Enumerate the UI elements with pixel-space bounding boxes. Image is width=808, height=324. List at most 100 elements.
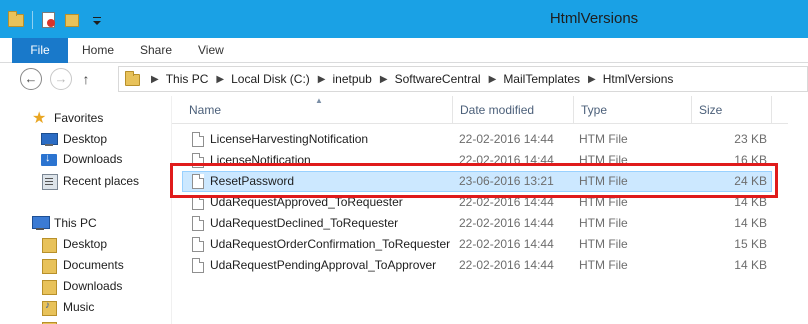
nav-item-label: Favorites xyxy=(54,111,104,125)
htm-file-icon xyxy=(192,132,204,147)
file-row-selected[interactable]: ResetPassword 23-06-2016 13:21 HTM File … xyxy=(182,171,772,192)
nav-item-recent-places[interactable]: Recent places xyxy=(41,171,139,191)
breadcrumb-inetpub[interactable]: inetpub xyxy=(332,72,371,86)
nav-item-music[interactable]: Music xyxy=(41,297,94,317)
file-type: HTM File xyxy=(579,258,628,272)
column-header-size[interactable]: Size xyxy=(692,96,772,124)
file-name: UdaRequestApproved_ToRequester xyxy=(210,195,403,209)
breadcrumb-htmlversions[interactable]: HtmlVersions xyxy=(603,72,674,86)
chevron-right-icon[interactable]: ▶ xyxy=(216,74,224,85)
file-size: 14 KB xyxy=(734,195,767,209)
file-size: 23 KB xyxy=(734,132,767,146)
chevron-right-icon[interactable]: ▶ xyxy=(318,74,326,85)
file-list: ▲ Name Date modified Type Size LicenseHa… xyxy=(172,96,808,324)
file-date-modified: 22-02-2016 14:44 xyxy=(459,216,554,230)
nav-item-documents[interactable]: Documents xyxy=(41,255,124,275)
desktop-icon xyxy=(41,131,58,147)
htm-file-icon xyxy=(192,153,204,168)
file-name: UdaRequestDeclined_ToRequester xyxy=(210,216,399,230)
folder-icon xyxy=(125,71,143,87)
file-date-modified: 22-02-2016 14:44 xyxy=(459,258,554,272)
htm-file-icon xyxy=(192,237,204,252)
nav-item-pictures[interactable] xyxy=(41,318,63,324)
nav-item-pc-downloads[interactable]: Downloads xyxy=(41,276,122,296)
htm-file-icon xyxy=(192,216,204,231)
chevron-right-icon[interactable]: ▶ xyxy=(380,74,388,85)
file-size: 16 KB xyxy=(734,153,767,167)
file-date-modified: 22-02-2016 14:44 xyxy=(459,195,554,209)
file-name: UdaRequestPendingApproval_ToApprover xyxy=(210,258,437,272)
htm-file-icon xyxy=(192,195,204,210)
nav-item-label: Desktop xyxy=(63,237,108,251)
file-row[interactable]: UdaRequestPendingApproval_ToApprover 22-… xyxy=(182,255,772,276)
file-tab[interactable]: File xyxy=(12,38,68,63)
file-name: LicenseHarvestingNotification xyxy=(210,132,369,146)
file-row[interactable]: UdaRequestDeclined_ToRequester 22-02-201… xyxy=(182,213,772,234)
htm-file-icon xyxy=(192,174,204,189)
nav-item-desktop[interactable]: Desktop xyxy=(41,129,107,149)
file-date-modified: 22-02-2016 14:44 xyxy=(459,237,554,251)
file-date-modified: 23-06-2016 13:21 xyxy=(459,174,554,188)
file-size: 14 KB xyxy=(734,216,767,230)
pictures-folder-icon xyxy=(41,320,57,324)
file-type: HTM File xyxy=(579,174,628,188)
forward-arrow-icon[interactable] xyxy=(50,68,72,90)
file-row[interactable]: LicenseHarvestingNotification 22-02-2016… xyxy=(182,129,772,150)
tab-home[interactable]: Home xyxy=(82,38,114,63)
nav-item-label: This PC xyxy=(54,216,97,230)
file-name: UdaRequestOrderConfirmation_ToRequester xyxy=(210,237,451,251)
up-arrow-icon[interactable]: ↑ xyxy=(76,69,96,89)
window-title: HtmlVersions xyxy=(549,10,639,27)
file-type: HTM File xyxy=(579,153,628,167)
chevron-right-icon[interactable]: ▶ xyxy=(151,74,159,85)
nav-favorites[interactable]: Favorites xyxy=(32,108,103,128)
nav-item-label: Documents xyxy=(63,258,124,272)
file-type: HTM File xyxy=(579,195,628,209)
file-row[interactable]: LicenseNotification 22-02-2016 14:44 HTM… xyxy=(182,150,772,171)
column-header-row: ▲ Name Date modified Type Size xyxy=(172,96,808,124)
nav-this-pc[interactable]: This PC xyxy=(32,213,97,233)
chevron-right-icon[interactable]: ▶ xyxy=(489,74,497,85)
file-row[interactable]: UdaRequestOrderConfirmation_ToRequester … xyxy=(182,234,772,255)
back-arrow-icon[interactable] xyxy=(20,68,42,90)
chevron-right-icon[interactable]: ▶ xyxy=(588,74,596,85)
breadcrumb-local-disk[interactable]: Local Disk (C:) xyxy=(231,72,310,86)
downloads-icon xyxy=(41,151,57,167)
computer-icon xyxy=(32,215,50,231)
nav-item-label: Downloads xyxy=(63,279,123,293)
title-bar: HtmlVersions xyxy=(0,0,808,38)
navigation-pane: Favorites Desktop Downloads Recent place… xyxy=(0,96,172,324)
file-date-modified: 22-02-2016 14:44 xyxy=(459,153,554,167)
column-header-type[interactable]: Type xyxy=(574,96,692,124)
address-bar[interactable]: ▶ This PC ▶ Local Disk (C:) ▶ inetpub ▶ … xyxy=(118,66,808,92)
file-date-modified: 22-02-2016 14:44 xyxy=(459,132,554,146)
htm-file-icon xyxy=(192,258,204,273)
file-name: LicenseNotification xyxy=(210,153,311,167)
music-folder-icon xyxy=(41,299,57,316)
column-header-date-modified[interactable]: Date modified xyxy=(453,96,574,124)
navigation-bar: ↑ ▶ This PC ▶ Local Disk (C:) ▶ inetpub … xyxy=(0,63,808,96)
file-row[interactable]: UdaRequestApproved_ToRequester 22-02-201… xyxy=(182,192,772,213)
tab-view[interactable]: View xyxy=(198,38,224,63)
file-type: HTM File xyxy=(579,216,628,230)
breadcrumb-this-pc[interactable]: This PC xyxy=(166,72,209,86)
column-header-name[interactable]: Name xyxy=(182,96,453,124)
recent-places-icon xyxy=(41,173,58,190)
documents-folder-icon xyxy=(41,257,57,274)
nav-item-label: Downloads xyxy=(63,152,123,166)
nav-item-pc-desktop[interactable]: Desktop xyxy=(41,234,107,254)
breadcrumb-mailtemplates[interactable]: MailTemplates xyxy=(503,72,580,86)
breadcrumb-softwarecentral[interactable]: SoftwareCentral xyxy=(395,72,481,86)
star-icon xyxy=(32,108,48,128)
file-name: ResetPassword xyxy=(210,174,295,188)
file-size: 24 KB xyxy=(734,174,767,188)
file-type: HTM File xyxy=(579,132,628,146)
file-size: 15 KB xyxy=(734,237,767,251)
file-size: 14 KB xyxy=(734,258,767,272)
nav-item-downloads[interactable]: Downloads xyxy=(41,149,122,169)
vertical-scrollbar[interactable] xyxy=(788,96,808,324)
nav-item-label: Desktop xyxy=(63,132,108,146)
tab-share[interactable]: Share xyxy=(140,38,172,63)
nav-item-label: Music xyxy=(63,300,95,314)
nav-item-label: Recent places xyxy=(63,174,140,188)
